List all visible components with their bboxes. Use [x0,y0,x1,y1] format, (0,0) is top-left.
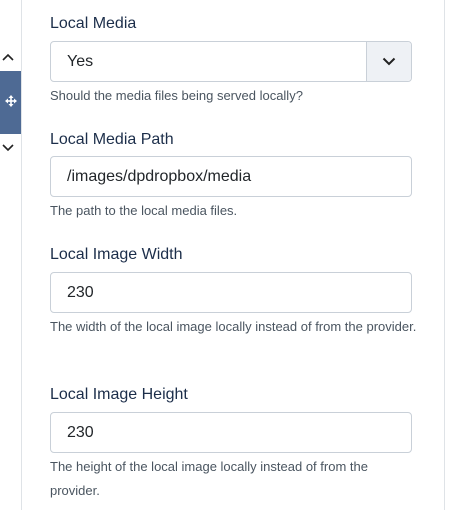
local-media-label: Local Media [50,15,137,32]
local-media-select[interactable]: Yes [50,41,412,82]
local-media-path-help: The path to the local media files. [50,203,238,218]
local-media-help: Should the media files being served loca… [50,88,303,103]
local-image-width-value: 230 [67,283,94,301]
local-media-path-input[interactable]: /images/dpdropbox/media [50,156,412,197]
local-image-height-value: 230 [67,423,94,441]
local-image-width-label: Local Image Width [50,246,183,263]
move-arrows-icon [5,94,17,112]
move-handle[interactable] [0,71,22,134]
local-media-value: Yes [67,52,94,70]
local-media-path-value: /images/dpdropbox/media [67,167,252,185]
local-image-width-help: The width of the local image locally ins… [50,319,417,334]
reorder-controls [0,0,22,510]
local-image-height-label: Local Image Height [50,386,188,403]
local-image-width-input[interactable]: 230 [50,272,412,313]
chevron-down-icon[interactable] [366,42,411,81]
page: Local Media Yes Should the media files b… [0,0,460,510]
local-image-height-input[interactable]: 230 [50,412,412,453]
chevron-up-icon[interactable] [0,49,16,65]
local-image-height-help: The height of the local image locally in… [50,459,368,498]
local-media-path-label: Local Media Path [50,131,174,148]
chevron-down-icon[interactable] [0,140,16,156]
